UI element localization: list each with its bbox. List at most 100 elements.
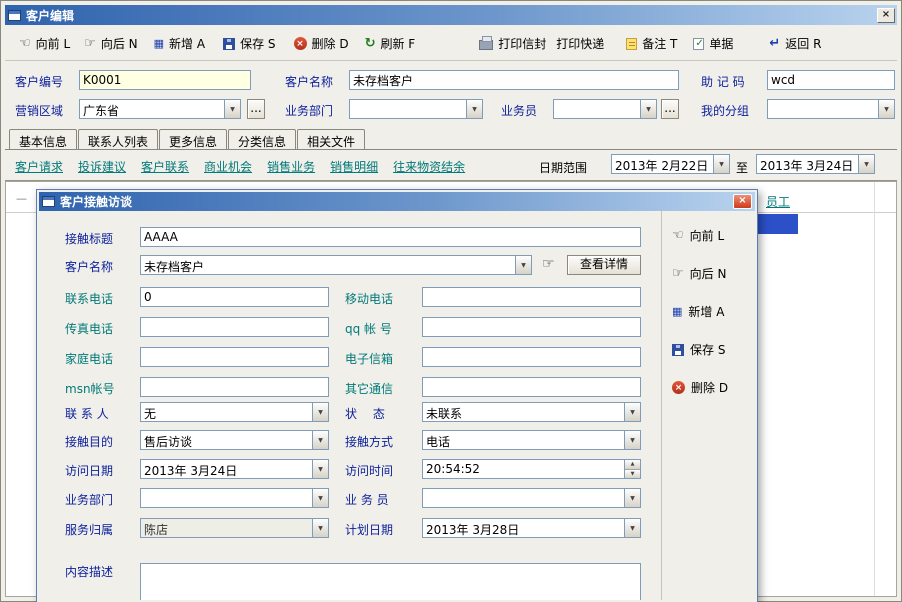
dialog-department-value (141, 489, 312, 507)
dialog-save-button[interactable]: 保存 S (672, 341, 725, 358)
toolbar-forward-button[interactable]: ☜ 向前 L (15, 32, 74, 55)
toolbar-document-button[interactable]: ✓ 单据 (689, 32, 737, 55)
dialog-salesman-combobox[interactable]: ▼ (422, 488, 641, 508)
chevron-down-icon[interactable]: ▼ (713, 155, 729, 173)
email-input[interactable] (422, 347, 641, 367)
visit-time-spinner[interactable]: 20:54:52 ▲ ▼ (422, 459, 641, 479)
customer-contact-interview-dialog: 客户接触访谈 × 接触标题 客户名称 未存档客户 ▼ ☞ 查看详情 联系电话 移… (36, 189, 758, 602)
date-from-combobox[interactable]: 2013年 2月22日 ▼ (611, 154, 730, 174)
dialog-body: 接触标题 客户名称 未存档客户 ▼ ☞ 查看详情 联系电话 移动电话 传真电话 … (39, 211, 755, 600)
grid-column-header-staff[interactable]: 员工 (766, 193, 790, 210)
delete-icon: × (294, 37, 307, 50)
region-combobox[interactable]: 广东省 ▼ (79, 99, 241, 119)
chevron-down-icon[interactable]: ▼ (466, 100, 482, 118)
method-combobox[interactable]: 电话 ▼ (422, 430, 641, 450)
subtab-business-opportunity[interactable]: 商业机会 (204, 158, 252, 175)
dialog-new-button[interactable]: ▦ 新增 A (672, 303, 724, 320)
view-detail-button[interactable]: 查看详情 (567, 255, 641, 275)
dialog-close-button[interactable]: × (733, 194, 752, 209)
home-phone-input[interactable] (140, 347, 329, 367)
tab-more-info[interactable]: 更多信息 (159, 129, 227, 150)
tab-related-files[interactable]: 相关文件 (297, 129, 365, 150)
department-combobox[interactable]: ▼ (349, 99, 483, 119)
dialog-customer-name-combobox[interactable]: 未存档客户 ▼ (140, 255, 532, 275)
spin-up-icon[interactable]: ▲ (625, 460, 640, 469)
status-label: 状 态 (345, 405, 385, 422)
service-owner-combobox[interactable]: 陈店 ▼ (140, 518, 329, 538)
chevron-down-icon[interactable]: ▼ (624, 519, 640, 537)
chevron-down-icon[interactable]: ▼ (312, 489, 328, 507)
subtab-sales-detail[interactable]: 销售明细 (330, 158, 378, 175)
customer-code-input[interactable] (79, 70, 251, 90)
date-to-combobox[interactable]: 2013年 3月24日 ▼ (756, 154, 875, 174)
toolbar-save-button[interactable]: 保存 S (219, 32, 279, 55)
chevron-down-icon[interactable]: ▼ (858, 155, 874, 173)
printer-icon (479, 40, 493, 50)
subtab-sales-business[interactable]: 销售业务 (267, 158, 315, 175)
chevron-down-icon[interactable]: ▼ (624, 431, 640, 449)
chevron-down-icon[interactable]: ▼ (312, 460, 328, 478)
toolbar-next-button[interactable]: ☞ 向后 N (80, 32, 141, 55)
plan-date-combobox[interactable]: 2013年 3月28日 ▼ (422, 518, 641, 538)
subtab-customer-contact[interactable]: 客户联系 (141, 158, 189, 175)
chevron-down-icon[interactable]: ▼ (312, 403, 328, 421)
visit-date-combobox[interactable]: 2013年 3月24日 ▼ (140, 459, 329, 479)
dialog-next-button[interactable]: ☞ 向后 N (672, 265, 726, 282)
dialog-delete-button[interactable]: × 删除 D (672, 379, 728, 396)
other-contact-label: 其它通信 (345, 380, 393, 397)
my-group-combobox[interactable]: ▼ (767, 99, 895, 119)
toolbar-new-button[interactable]: ▦ 新增 A (150, 32, 209, 55)
toolbar-delete-label: 删除 D (312, 35, 349, 52)
dialog-salesman-value (423, 489, 624, 507)
chevron-down-icon[interactable]: ▼ (624, 403, 640, 421)
toolbar-print-envelope-button[interactable]: 打印信封 (475, 32, 550, 55)
region-label: 营销区域 (15, 102, 63, 119)
tab-category-info[interactable]: 分类信息 (228, 129, 296, 150)
dialog-forward-button[interactable]: ☜ 向前 L (672, 227, 724, 244)
customer-name-label: 客户名称 (285, 73, 333, 90)
salesman-more-button[interactable]: ... (661, 99, 679, 119)
status-combobox[interactable]: 未联系 ▼ (422, 402, 641, 422)
msn-input[interactable] (140, 377, 329, 397)
subtab-complaint[interactable]: 投诉建议 (78, 158, 126, 175)
mnemonic-input[interactable] (767, 70, 895, 90)
chevron-down-icon[interactable]: ▼ (312, 519, 328, 537)
chevron-down-icon[interactable]: ▼ (878, 100, 894, 118)
purpose-combobox[interactable]: 售后访谈 ▼ (140, 430, 329, 450)
dialog-icon (42, 196, 55, 207)
description-label: 内容描述 (65, 563, 113, 580)
fax-input[interactable] (140, 317, 329, 337)
subtab-balance[interactable]: 往来物资结余 (393, 158, 465, 175)
customer-name-input[interactable] (349, 70, 679, 90)
window-close-button[interactable]: × (877, 8, 895, 23)
toolbar-refresh-button[interactable]: ↻ 刷新 F (361, 32, 420, 55)
chevron-down-icon[interactable]: ▼ (640, 100, 656, 118)
chevron-down-icon[interactable]: ▼ (515, 256, 531, 274)
toolbar-note-button[interactable]: 备注 T (622, 32, 681, 55)
other-contact-input[interactable] (422, 377, 641, 397)
chevron-down-icon[interactable]: ▼ (624, 489, 640, 507)
chevron-down-icon[interactable]: ▼ (224, 100, 240, 118)
tab-basic-info[interactable]: 基本信息 (9, 129, 77, 150)
mobile-input[interactable] (422, 287, 641, 307)
hand-right-icon: ☞ (84, 37, 96, 50)
chevron-down-icon[interactable]: ▼ (312, 431, 328, 449)
region-more-button[interactable]: ... (247, 99, 265, 119)
salesman-combobox[interactable]: ▼ (553, 99, 657, 119)
dialog-forward-label: 向前 L (690, 227, 725, 244)
phone-input[interactable] (140, 287, 329, 307)
toolbar-delete-button[interactable]: × 删除 D (290, 32, 353, 55)
date-from-value: 2013年 2月22日 (612, 155, 713, 173)
subtab-customer-request[interactable]: 客户请求 (15, 158, 63, 175)
mobile-label: 移动电话 (345, 290, 393, 307)
toolbar-return-button[interactable]: ↵ 返回 R (765, 32, 825, 55)
spin-down-icon[interactable]: ▼ (625, 469, 640, 479)
tab-contact-list[interactable]: 联系人列表 (78, 129, 158, 150)
method-label: 接触方式 (345, 433, 393, 450)
contact-title-input[interactable] (140, 227, 641, 247)
contact-person-combobox[interactable]: 无 ▼ (140, 402, 329, 422)
qq-input[interactable] (422, 317, 641, 337)
toolbar-print-express-button[interactable]: 打印快递 (552, 32, 608, 55)
description-textarea[interactable] (140, 563, 641, 600)
dialog-department-combobox[interactable]: ▼ (140, 488, 329, 508)
